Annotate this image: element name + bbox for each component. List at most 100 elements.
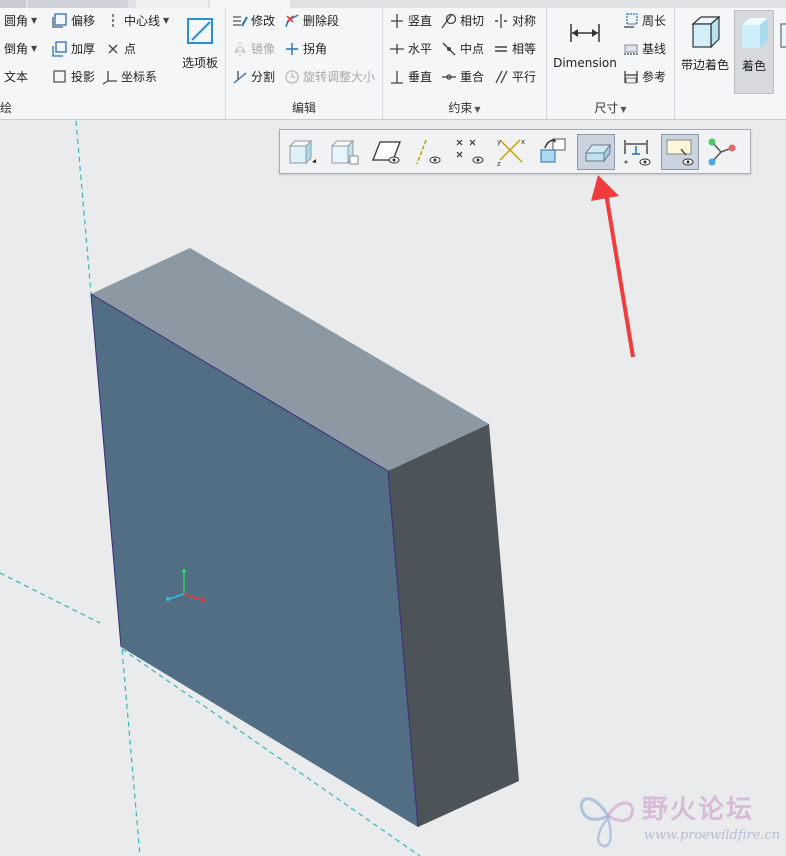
perimeter-button[interactable]: 周长 [623,10,666,32]
modify-button[interactable]: 修改 [232,10,275,32]
centerline-label: 中心线 [124,14,161,28]
coord-system-button[interactable]: 坐标系 [102,66,157,88]
baseline-button[interactable]: 基线 [623,38,666,60]
point-display-button[interactable] [451,134,489,170]
constraint-display-button[interactable] [661,134,699,170]
mirror-label: 镜像 [251,42,276,56]
equal-button[interactable]: 相等 [493,38,536,60]
dimension-group-label[interactable]: 尺寸 ▼ [547,99,674,117]
csys-display-button[interactable]: y x z [493,134,531,170]
dimension-label: Dimension [553,56,617,70]
point-display-icon [456,139,484,164]
divide-button[interactable]: 分割 [232,66,275,88]
dimension-display-button[interactable] [619,134,657,170]
rotate-resize-icon [284,69,300,85]
project-icon [52,69,68,85]
ribbon-tab-active[interactable] [210,0,290,8]
project-button[interactable]: 投影 [52,66,95,88]
ribbon-tab-strip [0,0,786,8]
thicken-icon [52,41,68,57]
coordinate-system-icon [102,69,118,85]
parallel-button[interactable]: 平行 [493,66,536,88]
axis-display-button[interactable] [409,134,447,170]
shaded-cube-icon [736,15,772,51]
svg-text:z: z [497,160,501,168]
vertical-constraint-icon [389,13,405,29]
rotate-resize-button[interactable]: 旋转调整大小 [284,66,375,88]
coord-system-label: 坐标系 [121,70,158,84]
constraints-group-title: 约束 [448,101,473,115]
chevron-down-icon[interactable]: ▼ [31,10,37,32]
coincident-button[interactable]: 重合 [441,66,484,88]
vertical-button[interactable]: 竖直 [389,10,432,32]
reference-button[interactable]: 参考 [623,66,666,88]
corner-label: 拐角 [303,42,328,56]
midpoint-label: 中点 [460,42,485,56]
shading-button[interactable]: 着色 [734,10,774,94]
butterfly-logo-icon [579,797,635,848]
ribbon-tab[interactable] [28,0,128,8]
palette-button[interactable]: 选项板 [178,16,222,71]
tangent-icon [441,13,457,29]
annotation-arrow-icon [591,175,635,358]
shading-with-edges-button[interactable]: 带边着色 [679,14,731,94]
watermark-title: 野火论坛 [642,795,755,825]
shading-with-edges-label: 带边着色 [680,58,729,72]
saved-orientations-button[interactable] [283,134,321,170]
chamfer-button[interactable]: 倒角 ▼ [4,38,37,60]
horizontal-label: 水平 [408,42,433,56]
chevron-down-icon[interactable]: ▼ [163,10,169,32]
fillet-button[interactable]: 圆角 ▼ [4,10,37,32]
point-button[interactable]: 点 [105,38,136,60]
chevron-down-icon[interactable]: ▼ [474,105,480,114]
edit-group-title: 编辑 [291,101,316,115]
sketch-view-button[interactable] [535,134,573,170]
display-style-icon [330,139,359,165]
edit-group: 修改 删除段 镜像 拐角 分割 旋转调整大小 编辑 [226,8,383,119]
plane-display-button[interactable] [367,134,405,170]
vertex-display-icon [708,138,736,166]
perpendicular-label: 垂直 [408,70,433,84]
perimeter-icon [623,13,639,29]
horizontal-button[interactable]: 水平 [389,38,432,60]
ribbon: 圆角 ▼ 偏移 中心线 ▼ 倒角 ▼ 加厚 点 文本 投影 坐标系 选项板 绘 … [0,0,786,120]
midpoint-button[interactable]: 中点 [441,38,484,60]
shading-toggle-icon [585,143,611,163]
shading-toggle-button[interactable] [577,134,615,170]
horizontal-constraint-icon [389,41,405,57]
display-style-button[interactable] [325,134,363,170]
reference-dimension-icon [623,69,639,85]
graphics-viewport[interactable] [0,121,786,856]
chevron-down-icon[interactable]: ▼ [31,38,37,60]
vertex-display-button[interactable] [703,134,741,170]
coincident-icon [441,69,457,85]
corner-button[interactable]: 拐角 [284,38,327,60]
palette-label: 选项板 [181,56,218,70]
project-label: 投影 [71,70,96,84]
palette-icon [184,16,216,48]
delete-segment-label: 删除段 [303,14,340,28]
text-button[interactable]: 文本 [4,66,28,88]
perpendicular-button[interactable]: 垂直 [389,66,432,88]
edit-group-label: 编辑 [226,99,382,117]
symmetric-icon [493,13,509,29]
offset-button[interactable]: 偏移 [52,10,95,32]
mirror-button[interactable]: 镜像 [232,38,275,60]
symmetric-button[interactable]: 对称 [493,10,536,32]
ribbon-tab[interactable] [0,0,26,8]
constraints-group-label[interactable]: 约束 ▼ [383,99,546,117]
equal-label: 相等 [512,42,537,56]
more-display-button[interactable] [777,14,786,56]
dimension-button[interactable]: Dimension [553,14,617,70]
model-scene[interactable] [0,121,786,856]
divide-icon [232,69,248,85]
centerline-button[interactable]: 中心线 ▼ [105,10,169,32]
graphics-toolbar: y x z [279,129,751,174]
delete-segment-button[interactable]: 删除段 [284,10,339,32]
tangent-button[interactable]: 相切 [441,10,484,32]
thicken-button[interactable]: 加厚 [52,38,95,60]
ribbon-tab[interactable] [136,0,208,8]
watermark-url: www.proewildfire.cn [644,828,781,843]
chevron-down-icon[interactable]: ▼ [620,105,626,114]
vertical-label: 竖直 [408,14,433,28]
